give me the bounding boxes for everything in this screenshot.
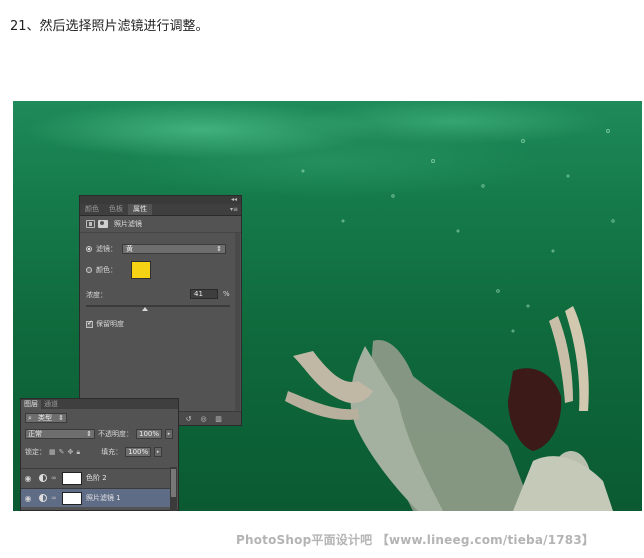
properties-header: 照片滤镜 <box>80 216 241 233</box>
preserve-luminosity-checkbox[interactable] <box>86 319 93 328</box>
layers-tab-bar: 图层 通道 <box>21 399 178 409</box>
properties-tab-bar: 颜色 色板 属性 ▾≡ <box>80 204 241 216</box>
layer-mask-icon[interactable] <box>98 220 108 228</box>
tab-color[interactable]: 颜色 <box>80 204 104 215</box>
eye-icon[interactable]: ◉ <box>21 494 35 503</box>
density-label: 浓度： <box>86 291 107 299</box>
select-arrows-icon: ⇕ <box>216 245 222 253</box>
search-icon: ⌕ <box>28 413 32 422</box>
density-input[interactable]: 41 <box>190 289 218 299</box>
lock-label: 锁定： <box>25 448 46 456</box>
kind-filter-value: 类型 <box>38 414 53 422</box>
opacity-input[interactable]: 100% <box>136 429 163 439</box>
layer-mask-thumbnail[interactable] <box>62 471 82 485</box>
select-arrows-icon: ⇕ <box>58 414 64 422</box>
reset-icon[interactable]: ↺ <box>184 415 193 423</box>
properties-scrollbar[interactable] <box>235 233 240 411</box>
density-row: 浓度： 41 % <box>86 289 236 300</box>
fill-label: 填充： <box>101 448 123 456</box>
blend-mode-select[interactable]: 正常 ⇕ <box>25 429 95 439</box>
blend-row: 正常 ⇕ 不透明度： 100% ▸ <box>25 429 174 439</box>
watermark: PhotoShop平面设计吧 【www.lineeg.com/tieba/178… <box>236 533 595 547</box>
adjustment-layer-icon[interactable] <box>86 220 95 228</box>
tab-properties[interactable]: 属性 <box>128 204 152 215</box>
color-radio[interactable] <box>86 267 92 273</box>
density-slider[interactable] <box>86 305 230 311</box>
kind-filter-select[interactable]: ⌕ 类型 ⇕ <box>25 413 67 423</box>
opacity-label: 不透明度： <box>98 430 133 438</box>
eye-icon[interactable]: ◉ <box>21 474 35 483</box>
layer-mask-thumbnail[interactable] <box>62 491 82 505</box>
color-label: 颜色： <box>96 266 117 274</box>
panel-topbar: ◂◂ <box>80 196 241 204</box>
preserve-luminosity-label: 保留明度 <box>96 320 124 328</box>
link-icon[interactable]: ∞ <box>51 494 58 502</box>
lock-row: 锁定： ▦ ✎ ✥ 🔒︎ 填充： 100% ▸ <box>25 447 163 457</box>
delete-icon[interactable]: ▥ <box>214 415 223 423</box>
filter-row: 滤镜： 黄 ⇕ <box>86 244 226 254</box>
layer-row-photo-filter[interactable]: ◉ ∞ 照片滤镜 1 <box>21 488 171 507</box>
filter-select-value: 黄 <box>126 245 133 253</box>
properties-panel: ◂◂ 颜色 色板 属性 ▾≡ 照片滤镜 滤镜： 黄 ⇕ 颜色： 浓度： 41 %… <box>79 195 242 426</box>
filter-select[interactable]: 黄 ⇕ <box>122 244 226 254</box>
floating-woman <box>285 306 613 511</box>
lock-transparent-icon[interactable]: ▦ <box>49 448 56 456</box>
layers-scrollbar-thumb[interactable] <box>171 469 176 497</box>
preserve-luminosity-row: 保留明度 <box>86 319 124 329</box>
layers-scrollbar[interactable] <box>170 467 177 511</box>
bubbles <box>301 129 615 333</box>
fill-dropdown-icon[interactable]: ▸ <box>154 447 163 457</box>
select-arrows-icon: ⇕ <box>86 430 92 438</box>
opacity-dropdown-icon[interactable]: ▸ <box>165 429 174 439</box>
adjustment-icon <box>39 494 47 502</box>
color-swatch[interactable] <box>131 261 151 279</box>
density-slider-thumb[interactable] <box>142 307 149 311</box>
tab-layers[interactable]: 图层 <box>21 400 41 409</box>
layer-name: 色阶 2 <box>86 474 107 482</box>
properties-title: 照片滤镜 <box>114 220 142 228</box>
layers-panel: 图层 通道 ⌕ 类型 ⇕ 正常 ⇕ 不透明度： 100% ▸ 锁定： ▦ ✎ ✥… <box>20 398 179 511</box>
lock-pixels-icon[interactable]: ✎ <box>59 448 65 456</box>
panel-menu-icon[interactable]: ▾≡ <box>230 206 238 213</box>
density-unit: % <box>223 290 230 298</box>
layer-filter-row: ⌕ 类型 ⇕ <box>25 413 67 423</box>
color-row: 颜色： <box>86 261 151 279</box>
adjustment-icon <box>39 474 47 482</box>
link-icon[interactable]: ∞ <box>51 474 58 482</box>
blend-mode-value: 正常 <box>28 430 42 438</box>
step-heading: 21、然后选择照片滤镜进行调整。 <box>10 19 209 34</box>
filter-radio[interactable] <box>86 246 92 252</box>
layer-name: 照片滤镜 1 <box>86 494 121 502</box>
filter-label: 滤镜： <box>96 245 117 253</box>
visibility-icon[interactable]: ◎ <box>199 415 208 423</box>
lock-position-icon[interactable]: ✥ <box>68 448 74 456</box>
tab-swatches[interactable]: 色板 <box>104 204 128 215</box>
fill-input[interactable]: 100% <box>125 447 152 457</box>
layer-row-levels[interactable]: ◉ ∞ 色阶 2 <box>21 468 171 487</box>
tab-channels[interactable]: 通道 <box>41 400 61 409</box>
collapse-icon[interactable]: ◂◂ <box>231 197 237 203</box>
lock-all-icon[interactable]: 🔒︎ <box>76 448 80 457</box>
